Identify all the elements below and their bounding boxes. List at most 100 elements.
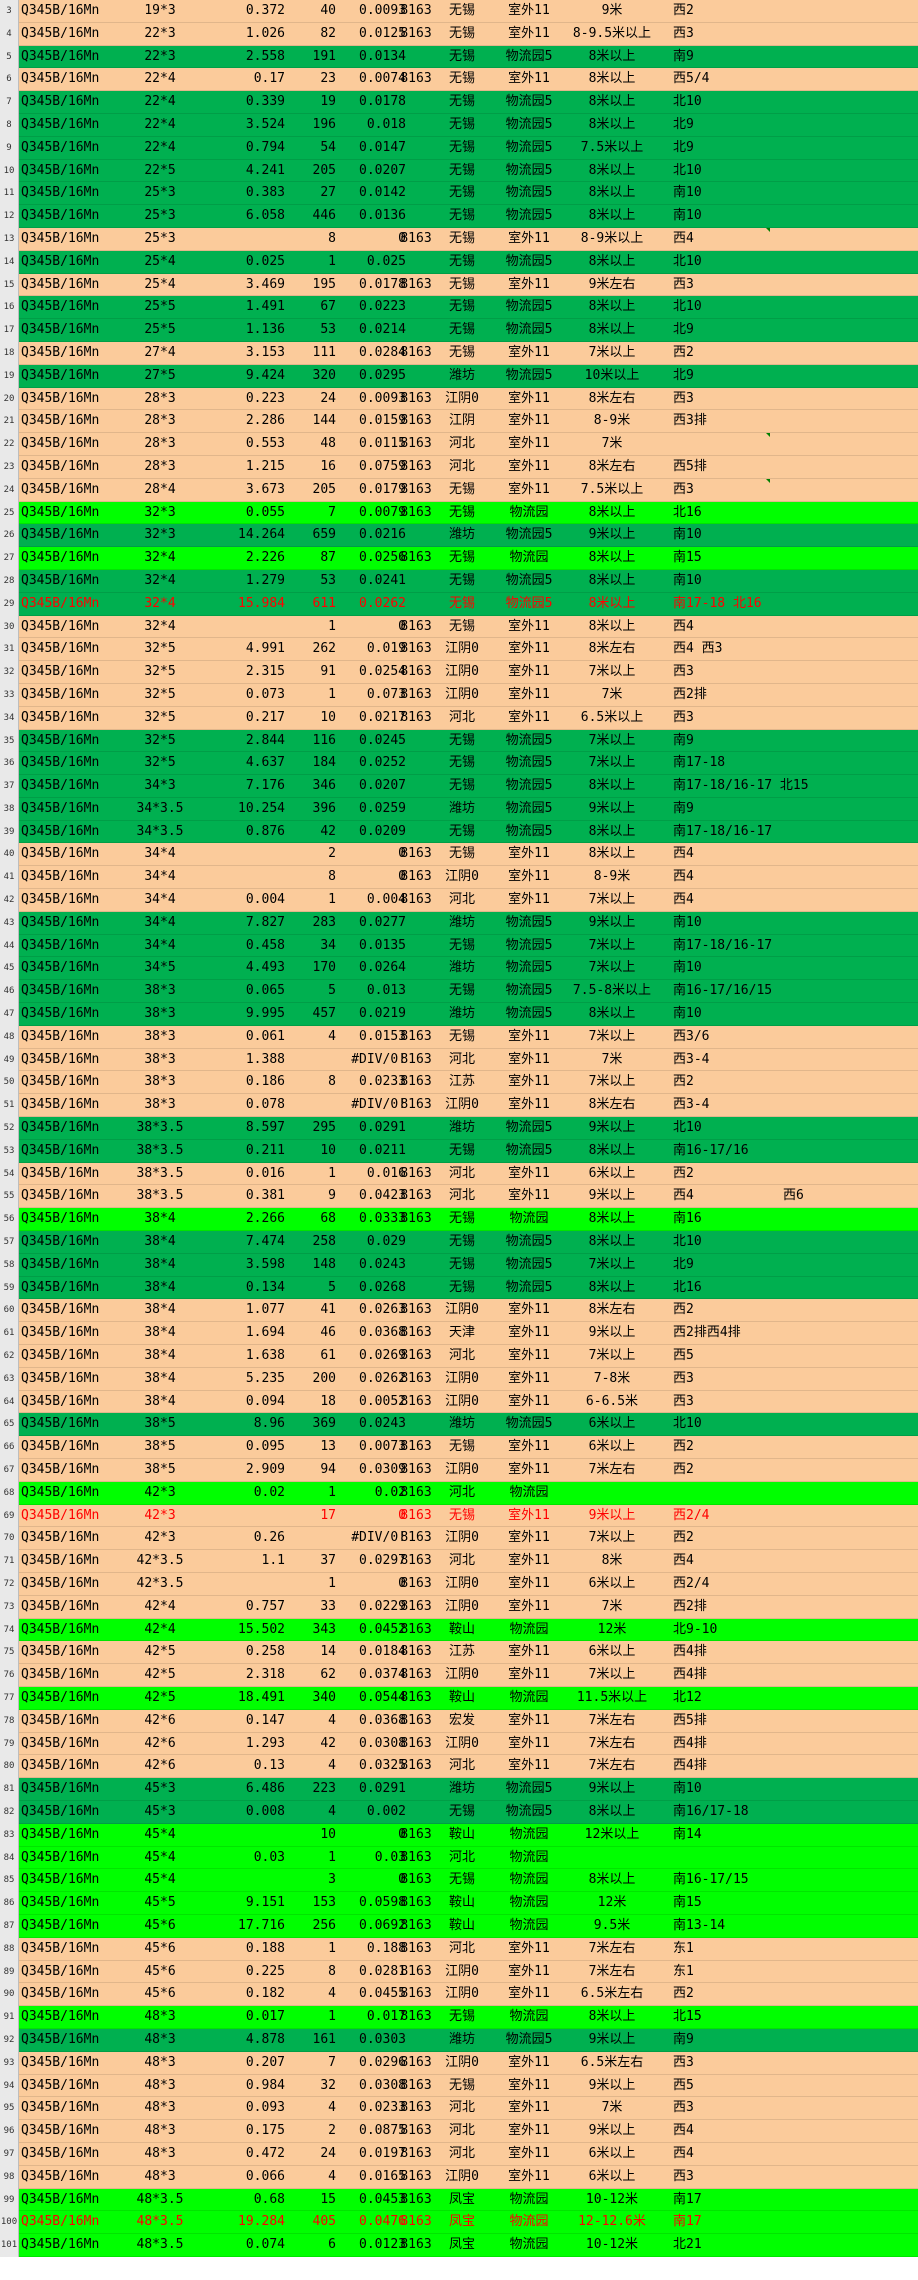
count-cell[interactable]: 1 <box>288 1163 336 1186</box>
location-cell[interactable]: 北9 <box>673 365 873 388</box>
row-number[interactable]: 11 <box>0 182 19 206</box>
length-cell[interactable]: 9米以上 <box>542 1185 682 1208</box>
code-cell[interactable]: 8163 <box>392 1391 440 1414</box>
code-cell[interactable]: 8163 <box>392 1641 440 1664</box>
row-number[interactable]: 70 <box>0 1527 19 1551</box>
location-cell[interactable]: 南15 <box>673 547 873 570</box>
material-cell[interactable]: Q345B/16Mn <box>21 1641 99 1664</box>
code-cell[interactable] <box>392 912 440 935</box>
length-cell[interactable]: 8-9.5米以上 <box>542 23 682 46</box>
location-cell[interactable]: 西4 <box>673 866 873 889</box>
material-cell[interactable]: Q345B/16Mn <box>21 1322 99 1345</box>
spec-cell[interactable]: 42*3 <box>130 1505 190 1528</box>
material-cell[interactable]: Q345B/16Mn <box>21 707 99 730</box>
origin-cell[interactable]: 江阴0 <box>438 1733 486 1756</box>
spec-cell[interactable]: 38*4 <box>130 1299 190 1322</box>
material-cell[interactable]: Q345B/16Mn <box>21 1801 99 1824</box>
weight-cell[interactable]: 0.225 <box>205 1961 285 1984</box>
location-cell[interactable]: 南9 <box>673 46 873 69</box>
origin-cell[interactable]: 河北 <box>438 1185 486 1208</box>
location-cell[interactable]: 北21 <box>673 2234 873 2257</box>
row-number[interactable]: 27 <box>0 547 19 570</box>
weight-cell[interactable]: 0.025 <box>205 251 285 274</box>
location-cell[interactable]: 西4 <box>673 616 873 639</box>
length-cell[interactable]: 10-12米 <box>542 2189 682 2212</box>
row-number[interactable]: 45 <box>0 957 19 981</box>
row-number[interactable]: 26 <box>0 524 19 548</box>
material-cell[interactable]: Q345B/16Mn <box>21 2189 99 2212</box>
spec-cell[interactable]: 42*3 <box>130 1482 190 1505</box>
weight-cell[interactable]: 2.844 <box>205 730 285 753</box>
location-cell[interactable]: 西2 <box>673 1071 873 1094</box>
length-cell[interactable]: 9米以上 <box>542 1117 682 1140</box>
row-number[interactable]: 21 <box>0 410 19 434</box>
material-cell[interactable]: Q345B/16Mn <box>21 1847 99 1870</box>
code-cell[interactable] <box>392 2029 440 2052</box>
origin-cell[interactable]: 江阴0 <box>438 388 486 411</box>
length-cell[interactable]: 7米以上 <box>542 957 682 980</box>
origin-cell[interactable]: 江阴0 <box>438 1664 486 1687</box>
count-cell[interactable]: 10 <box>288 1140 336 1163</box>
code-cell[interactable] <box>392 319 440 342</box>
origin-cell[interactable]: 江阴0 <box>438 1094 486 1117</box>
row-number[interactable]: 81 <box>0 1778 19 1801</box>
length-cell[interactable]: 6-6.5米 <box>542 1391 682 1414</box>
code-cell[interactable] <box>392 160 440 183</box>
weight-cell[interactable]: 0.68 <box>205 2189 285 2212</box>
origin-cell[interactable]: 无锡 <box>438 752 486 775</box>
weight-cell[interactable]: 6.486 <box>205 1778 285 1801</box>
weight-cell[interactable]: 10.254 <box>205 798 285 821</box>
spec-cell[interactable]: 38*4 <box>130 1231 190 1254</box>
length-cell[interactable]: 8米以上 <box>542 593 682 616</box>
row-number[interactable]: 19 <box>0 364 19 388</box>
location-cell[interactable]: 西2 <box>673 0 873 23</box>
length-cell[interactable]: 11.5米以上 <box>542 1687 682 1710</box>
code-cell[interactable]: 8163 <box>392 1482 440 1505</box>
count-cell[interactable]: 223 <box>288 1778 336 1801</box>
location-cell[interactable]: 北10 <box>673 1117 873 1140</box>
spec-cell[interactable]: 48*3 <box>130 2166 190 2189</box>
count-cell[interactable]: 13 <box>288 1436 336 1459</box>
code-cell[interactable] <box>392 798 440 821</box>
row-number[interactable]: 61 <box>0 1322 19 1346</box>
length-cell[interactable]: 9米以上 <box>542 1778 682 1801</box>
weight-cell[interactable]: 2.909 <box>205 1459 285 1482</box>
code-cell[interactable]: 8163 <box>392 1892 440 1915</box>
material-cell[interactable]: Q345B/16Mn <box>21 205 99 228</box>
length-cell[interactable]: 8米以上 <box>542 46 682 69</box>
location-cell[interactable]: 北9 <box>673 1254 873 1277</box>
length-cell[interactable]: 8米以上 <box>542 1003 682 1026</box>
weight-cell[interactable]: 0.553 <box>205 433 285 456</box>
origin-cell[interactable]: 河北 <box>438 707 486 730</box>
count-cell[interactable]: 256 <box>288 1915 336 1938</box>
spec-cell[interactable]: 32*5 <box>130 638 190 661</box>
spec-cell[interactable]: 28*3 <box>130 456 190 479</box>
row-number[interactable]: 22 <box>0 433 19 456</box>
count-cell[interactable]: 41 <box>288 1299 336 1322</box>
location-cell[interactable]: 南16-17/15 <box>673 1869 873 1892</box>
origin-cell[interactable]: 鞍山 <box>438 1915 486 1938</box>
code-cell[interactable]: 8163 <box>392 1436 440 1459</box>
origin-cell[interactable]: 无锡 <box>438 843 486 866</box>
code-cell[interactable]: 8163 <box>392 843 440 866</box>
row-number[interactable]: 41 <box>0 866 19 890</box>
weight-cell[interactable]: 0.258 <box>205 1641 285 1664</box>
code-cell[interactable] <box>392 752 440 775</box>
spec-cell[interactable]: 32*5 <box>130 730 190 753</box>
count-cell[interactable]: 369 <box>288 1413 336 1436</box>
weight-cell[interactable]: 0.093 <box>205 2097 285 2120</box>
origin-cell[interactable]: 无锡 <box>438 1801 486 1824</box>
origin-cell[interactable]: 江阴0 <box>438 866 486 889</box>
length-cell[interactable]: 8米以上 <box>542 502 682 525</box>
location-cell[interactable]: 西3 <box>673 23 873 46</box>
code-cell[interactable]: 8163 <box>392 1824 440 1847</box>
row-number[interactable]: 32 <box>0 661 19 684</box>
material-cell[interactable]: Q345B/16Mn <box>21 1938 99 1961</box>
material-cell[interactable]: Q345B/16Mn <box>21 2143 99 2166</box>
spec-cell[interactable]: 34*5 <box>130 957 190 980</box>
location-cell[interactable]: 西2 <box>673 1436 873 1459</box>
row-number[interactable]: 54 <box>0 1162 19 1186</box>
material-cell[interactable]: Q345B/16Mn <box>21 2211 99 2234</box>
length-cell[interactable]: 7米 <box>542 1049 682 1072</box>
spec-cell[interactable]: 45*4 <box>130 1869 190 1892</box>
